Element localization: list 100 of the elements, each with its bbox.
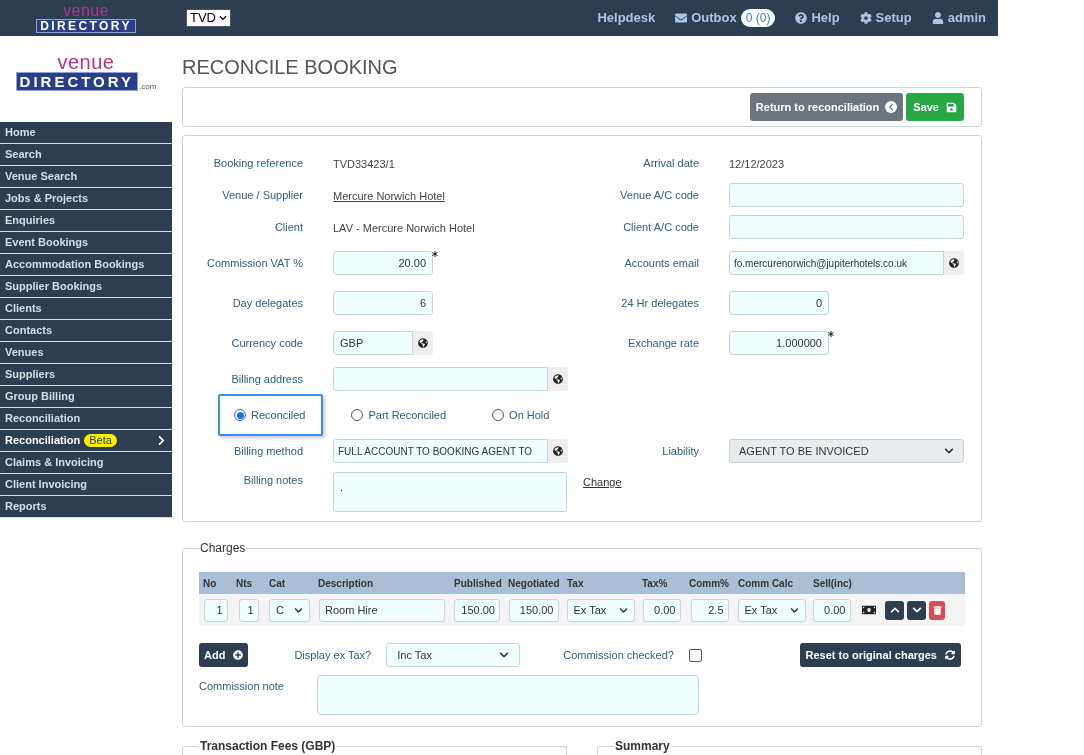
charge-input[interactable]: 150.00: [454, 598, 500, 622]
delete-button[interactable]: [929, 600, 945, 620]
field-label: Accounts email: [624, 255, 699, 271]
charge-input[interactable]: 2.5: [690, 598, 729, 622]
reset-button[interactable]: Reset to original charges: [799, 643, 961, 667]
radio-option[interactable]: Part Reconciled: [335, 394, 465, 436]
chevron-down-icon: [911, 605, 922, 615]
field-label: Billing address: [231, 371, 303, 387]
charges-legend: Charges: [199, 541, 247, 555]
chevron-down-icon: [294, 605, 303, 615]
globe-icon[interactable]: [413, 331, 433, 355]
sidebar-item[interactable]: Search: [0, 144, 172, 166]
nav-link[interactable]: Help: [795, 8, 840, 28]
radio-option[interactable]: Reconciled: [218, 394, 324, 436]
charge-input[interactable]: 150.00: [508, 598, 559, 622]
field-label: Commission VAT %: [207, 255, 303, 271]
chevron-down-icon: [219, 14, 227, 22]
chevron-down-icon: [789, 605, 799, 615]
chevron-down-icon: [944, 446, 954, 456]
field-value: 12/12/2023: [729, 158, 785, 170]
venue-link[interactable]: Mercure Norwich Hotel: [333, 190, 445, 202]
input-field[interactable]: [729, 183, 964, 207]
number-field[interactable]: 1.000000: [729, 331, 829, 355]
sidebar-item[interactable]: Reconciliation Beta: [0, 430, 172, 452]
input-field[interactable]: FULL ACCOUNT TO BOOKING AGENT TO: [333, 439, 548, 463]
return-button[interactable]: Return to reconciliation: [749, 93, 904, 121]
site-select[interactable]: TVD: [186, 9, 231, 27]
charge-select[interactable]: Ex Tax: [737, 598, 806, 622]
move-down-button[interactable]: [907, 600, 926, 620]
page-title: RECONCILE BOOKING: [182, 55, 399, 79]
sidebar-item[interactable]: Client Invoicing: [0, 474, 172, 496]
liability-select[interactable]: AGENT TO BE INVOICED: [729, 439, 964, 463]
display-select[interactable]: Inc Tax: [386, 643, 521, 667]
column-header: Cat: [268, 576, 287, 591]
column-header: No: [202, 576, 218, 591]
sidebar-item[interactable]: Enquiries: [0, 210, 172, 232]
sidebar-item[interactable]: Clients: [0, 298, 172, 320]
number-field[interactable]: 6: [333, 291, 433, 315]
field-label: 24 Hr delegates: [621, 295, 699, 311]
sidebar-item[interactable]: Group Billing: [0, 386, 172, 408]
chevron-left-icon: [885, 101, 898, 113]
chevron-up-icon: [889, 605, 900, 615]
field-label: Commission checked?: [563, 647, 674, 663]
sidebar-item[interactable]: Accommodation Bookings: [0, 254, 172, 276]
refresh-icon: [945, 650, 955, 660]
nav-link[interactable]: Outbox 0 (0): [675, 8, 776, 28]
input-field[interactable]: GBP: [333, 331, 413, 355]
commission-checkbox[interactable]: [688, 648, 702, 662]
field-label: Client A/C code: [623, 219, 699, 235]
sidebar-item[interactable]: Event Bookings: [0, 232, 172, 254]
change-link[interactable]: Change: [583, 476, 622, 488]
logo-text: DIRECTORY: [15, 72, 139, 91]
sidebar-item[interactable]: Reconciliation: [0, 408, 172, 430]
globe-icon[interactable]: [548, 439, 568, 463]
sidebar-item[interactable]: Home: [0, 122, 172, 144]
globe-icon[interactable]: [548, 367, 568, 391]
settings-icon: [859, 12, 872, 24]
field-label: Commission note: [199, 679, 285, 694]
input-field[interactable]: [729, 215, 964, 239]
charge-input[interactable]: 1: [203, 598, 228, 622]
field-label: Client: [274, 219, 303, 235]
input-field[interactable]: [333, 367, 548, 391]
nav-link[interactable]: admin: [931, 8, 986, 28]
charge-input[interactable]: 1: [238, 598, 259, 622]
sidebar-item[interactable]: Jobs & Projects: [0, 188, 172, 210]
move-up-button[interactable]: [885, 600, 904, 620]
column-header: Description: [317, 576, 374, 591]
logo-text: DIRECTORY: [36, 19, 136, 33]
logo-text: venue: [63, 3, 109, 19]
charge-select[interactable]: Ex Tax: [566, 598, 635, 622]
sidebar-item[interactable]: Reports: [0, 496, 172, 518]
number-field[interactable]: 0: [729, 291, 829, 315]
sidebar-item[interactable]: Supplier Bookings: [0, 276, 172, 298]
add-button[interactable]: Add: [199, 643, 249, 667]
charge-input[interactable]: 0.00: [812, 598, 851, 622]
nav-link[interactable]: Helpdesk: [597, 8, 656, 28]
charge-input[interactable]: 0.00: [642, 598, 681, 622]
sidebar-item[interactable]: Venues: [0, 342, 172, 364]
cash-icon[interactable]: [862, 603, 876, 617]
plus-icon: [233, 650, 244, 660]
charge-input[interactable]: Room Hire: [319, 598, 445, 622]
field-label: Display ex Tax?: [294, 647, 372, 663]
column-header: Tax: [566, 576, 585, 591]
sidebar-item[interactable]: Suppliers: [0, 364, 172, 386]
column-header: Tax%: [641, 576, 669, 591]
sidebar-item[interactable]: Claims & Invoicing: [0, 452, 172, 474]
sidebar-item[interactable]: Contacts: [0, 320, 172, 342]
input-field[interactable]: fo.mercurenorwich@jupiterhotels.co.uk: [729, 251, 944, 275]
help-icon: [795, 12, 808, 24]
notes-textarea[interactable]: .: [333, 472, 567, 512]
sidebar-item[interactable]: Venue Search: [0, 166, 172, 188]
field-label: Currency code: [231, 335, 303, 351]
radio-option[interactable]: On Hold: [476, 394, 568, 436]
column-header: Sell(inc): [812, 576, 853, 591]
globe-icon[interactable]: [944, 251, 964, 275]
charge-select[interactable]: C: [269, 598, 310, 622]
number-field[interactable]: 20.00: [333, 251, 433, 275]
envelope-icon: [675, 12, 688, 24]
field-value: TVD33423/1: [333, 158, 395, 170]
nav-link[interactable]: Setup: [859, 8, 912, 28]
